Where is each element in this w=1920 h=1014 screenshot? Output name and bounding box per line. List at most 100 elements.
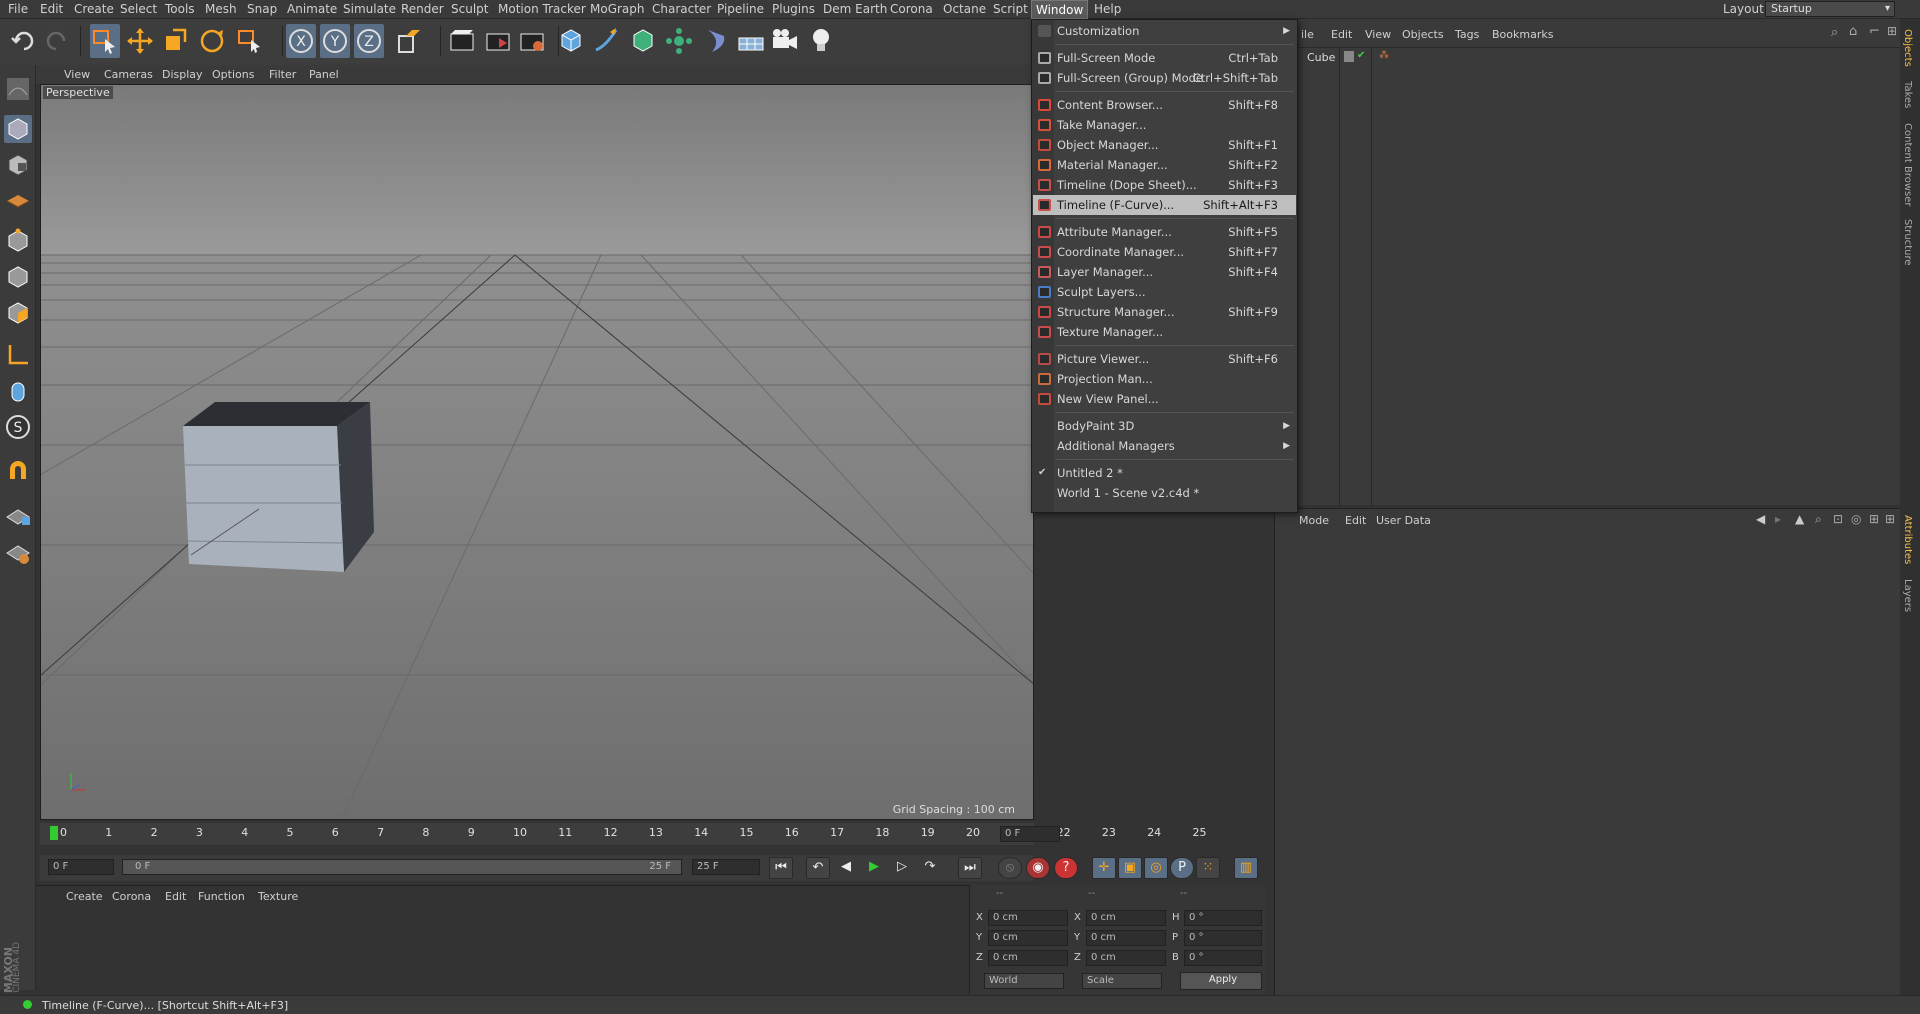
rotate-icon[interactable] bbox=[197, 24, 227, 58]
menu-window[interactable]: Window bbox=[1031, 0, 1089, 19]
timeline-scheme-icon[interactable]: ▥ bbox=[1234, 857, 1258, 879]
model-mode-icon[interactable] bbox=[4, 115, 32, 143]
window-menu-item-untitled-2[interactable]: ✔ Untitled 2 * bbox=[1033, 463, 1296, 483]
viewport-menu-cameras[interactable]: Cameras bbox=[104, 68, 153, 81]
menu-plugins[interactable]: Plugins bbox=[772, 2, 815, 16]
window-menu-item-projection-man[interactable]: Projection Man... bbox=[1033, 369, 1296, 389]
apply-button[interactable]: Apply bbox=[1180, 972, 1262, 990]
render-settings-icon[interactable] bbox=[518, 24, 548, 58]
size-y-field[interactable]: 0 cm bbox=[1086, 930, 1166, 946]
expand-icon[interactable]: ⊞ bbox=[1887, 24, 1897, 38]
menu-create[interactable]: Create bbox=[74, 2, 114, 16]
object-menu-file[interactable]: ile bbox=[1301, 28, 1314, 41]
autokeying-icon[interactable]: ? bbox=[1054, 857, 1078, 879]
move-icon[interactable] bbox=[125, 24, 155, 58]
deformer-icon[interactable] bbox=[700, 24, 730, 58]
window-menu-item-take-manager[interactable]: Take Manager... bbox=[1033, 115, 1296, 135]
attribute-menu-edit[interactable]: Edit bbox=[1345, 514, 1366, 527]
menu-script[interactable]: Script bbox=[993, 2, 1028, 16]
menu-file[interactable]: File bbox=[8, 2, 28, 16]
current-frame-marker[interactable] bbox=[50, 826, 58, 840]
start-frame-field[interactable]: 0 F bbox=[48, 859, 114, 875]
menu-select[interactable]: Select bbox=[120, 2, 157, 16]
position-z-field[interactable]: 0 cm bbox=[988, 950, 1068, 966]
window-menu-item-additional-managers[interactable]: Additional Managers ▶ bbox=[1033, 436, 1296, 456]
window-menu-item-timeline-dope-sheet[interactable]: Timeline (Dope Sheet)... Shift+F3 bbox=[1033, 175, 1296, 195]
timeline-ruler[interactable]: 0123456789101112131415161718192021222324… bbox=[40, 823, 1207, 845]
menu-help[interactable]: Help bbox=[1094, 2, 1121, 16]
key-parameter-icon[interactable]: P bbox=[1170, 857, 1194, 879]
menu-sculpt[interactable]: Sculpt bbox=[451, 2, 488, 16]
attribute-menu-mode[interactable]: Mode bbox=[1299, 514, 1329, 527]
next-key-icon[interactable]: ↷ bbox=[918, 857, 942, 879]
window-menu-item-coordinate-manager[interactable]: Coordinate Manager... Shift+F7 bbox=[1033, 242, 1296, 262]
material-menu-corona[interactable]: Corona bbox=[112, 890, 151, 903]
window-menu-item-layer-manager[interactable]: Layer Manager... Shift+F4 bbox=[1033, 262, 1296, 282]
menu-motion-tracker[interactable]: Motion Tracker bbox=[498, 2, 586, 16]
perspective-viewport[interactable]: Perspective Grid Spacing : 100 cm bbox=[40, 84, 1034, 820]
previous-frame-icon[interactable]: ◀ bbox=[834, 857, 858, 879]
menu-mograph[interactable]: MoGraph bbox=[590, 2, 645, 16]
points-mode-icon[interactable] bbox=[4, 227, 32, 255]
axis-mode-icon[interactable] bbox=[4, 341, 32, 369]
snapping-icon[interactable]: S bbox=[4, 413, 32, 441]
size-x-field[interactable]: 0 cm bbox=[1086, 910, 1166, 926]
back-arrow-icon[interactable]: ◀ bbox=[1756, 512, 1765, 526]
tab-objects[interactable]: Objects bbox=[1902, 29, 1913, 67]
z-axis-lock-icon[interactable]: Z bbox=[354, 24, 384, 58]
window-menu-item-texture-manager[interactable]: Texture Manager... bbox=[1033, 322, 1296, 342]
material-menu-texture[interactable]: Texture bbox=[258, 890, 298, 903]
redo-icon[interactable] bbox=[42, 24, 72, 58]
subdivision-surface-icon[interactable] bbox=[628, 24, 658, 58]
cloner-icon[interactable] bbox=[664, 24, 694, 58]
menu-simulate[interactable]: Simulate bbox=[343, 2, 396, 16]
new-panel-icon[interactable]: ⊞ bbox=[1869, 512, 1879, 526]
object-menu-objects[interactable]: Objects bbox=[1402, 28, 1444, 41]
key-pla-icon[interactable]: ⁙ bbox=[1196, 857, 1220, 879]
viewport-menu-filter[interactable]: Filter bbox=[269, 68, 296, 81]
menu-edit[interactable]: Edit bbox=[40, 2, 63, 16]
size-mode-select[interactable]: Scale bbox=[1082, 973, 1162, 989]
tab-layers[interactable]: Layers bbox=[1902, 579, 1913, 612]
key-scale-icon[interactable]: ▣ bbox=[1118, 857, 1142, 879]
window-menu-item-content-browser[interactable]: Content Browser... Shift+F8 bbox=[1033, 95, 1296, 115]
record-keys-off-icon[interactable]: ⦸ bbox=[998, 857, 1022, 879]
menu-animate[interactable]: Animate bbox=[287, 2, 337, 16]
camera-icon[interactable] bbox=[770, 24, 800, 58]
play-icon[interactable]: ▶ bbox=[862, 857, 886, 879]
coordinate-space-select[interactable]: World bbox=[984, 973, 1064, 989]
menu-corona[interactable]: Corona bbox=[890, 2, 933, 16]
menu-render[interactable]: Render bbox=[401, 2, 444, 16]
grid-lock-icon[interactable] bbox=[4, 501, 32, 529]
material-menu-create[interactable]: Create bbox=[66, 890, 103, 903]
tab-takes[interactable]: Takes bbox=[1902, 81, 1913, 108]
menu-dem-earth[interactable]: Dem Earth bbox=[823, 2, 887, 16]
floor-icon[interactable] bbox=[736, 24, 766, 58]
render-view-icon[interactable] bbox=[448, 24, 478, 58]
live-selection-icon[interactable] bbox=[90, 24, 120, 58]
record-active-icon[interactable]: ◉ bbox=[1026, 857, 1050, 879]
home-icon[interactable]: ⌂ bbox=[1849, 24, 1857, 39]
coordinate-system-icon[interactable] bbox=[394, 24, 424, 58]
x-axis-lock-icon[interactable]: X bbox=[286, 24, 316, 58]
forward-arrow-icon[interactable]: ▸ bbox=[1775, 512, 1781, 526]
workplane-lock-icon[interactable] bbox=[4, 539, 32, 567]
make-editable-icon[interactable] bbox=[4, 75, 32, 103]
menu-tools[interactable]: Tools bbox=[165, 2, 195, 16]
previous-key-icon[interactable]: ↶ bbox=[806, 857, 830, 879]
lock-icon[interactable]: ⊡ bbox=[1833, 512, 1843, 526]
window-menu-item-new-view-panel[interactable]: New View Panel... bbox=[1033, 389, 1296, 409]
object-menu-bookmarks[interactable]: Bookmarks bbox=[1492, 28, 1553, 41]
window-menu-item-full-screen-group-mode[interactable]: Full-Screen (Group) Mode Ctrl+Shift+Tab bbox=[1033, 68, 1296, 88]
recent-tools-icon[interactable] bbox=[235, 24, 265, 58]
window-menu-item-world-1-scene-v2-c4d[interactable]: World 1 - Scene v2.c4d * bbox=[1033, 483, 1296, 503]
polygons-mode-icon[interactable] bbox=[4, 299, 32, 327]
tweak-mode-icon[interactable] bbox=[4, 377, 32, 405]
texture-mode-icon[interactable] bbox=[4, 151, 32, 179]
window-menu-item-material-manager[interactable]: Material Manager... Shift+F2 bbox=[1033, 155, 1296, 175]
cube-object-icon[interactable] bbox=[556, 24, 586, 58]
window-menu-item-structure-manager[interactable]: Structure Manager... Shift+F9 bbox=[1033, 302, 1296, 322]
cube-object[interactable] bbox=[183, 402, 374, 572]
menu-character[interactable]: Character bbox=[652, 2, 711, 16]
size-z-field[interactable]: 0 cm bbox=[1086, 950, 1166, 966]
